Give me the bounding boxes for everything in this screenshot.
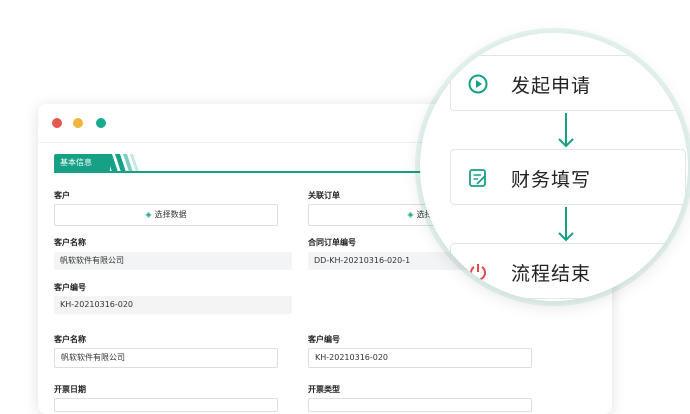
invoice-date-label: 开票日期	[54, 385, 86, 394]
tag-icon: ◈	[145, 210, 152, 219]
maximize-window-dot[interactable]	[96, 118, 106, 128]
step-label: 发起申请	[511, 75, 592, 97]
step-process-end[interactable]: 流程结束	[450, 243, 686, 299]
arrow-down-icon	[558, 207, 574, 242]
workflow-zoom-circle: 发起申请 财务填写 流程结束	[420, 33, 688, 301]
customer-code-label: 客户编号	[54, 283, 86, 292]
close-window-dot[interactable]	[52, 118, 62, 128]
contract-no-label: 合同订单编号	[308, 238, 356, 247]
play-circle-icon	[468, 74, 488, 94]
step-label: 财务填写	[511, 169, 592, 191]
step-label: 流程结束	[511, 263, 592, 285]
arrow-down-icon	[558, 113, 574, 148]
customer-select-label: 选择数据	[154, 210, 187, 219]
customer-name2-input[interactable]: 帆软软件有限公司	[54, 348, 278, 368]
step-initiate-request[interactable]: 发起申请	[450, 55, 686, 111]
customer-name-value: 帆软软件有限公司	[54, 252, 292, 270]
customer-code2-label: 客户编号	[308, 335, 340, 344]
power-icon	[470, 264, 486, 281]
section-header: 基本信息	[54, 154, 474, 173]
invoice-type-select[interactable]	[308, 398, 532, 412]
section-stripes-decoration	[106, 154, 139, 172]
section-title: 基本信息	[54, 154, 110, 172]
minimize-window-dot[interactable]	[73, 118, 83, 128]
section-underline	[54, 171, 474, 173]
customer-code-value: KH-20210316-020	[54, 296, 292, 314]
invoice-type-label: 开票类型	[308, 385, 340, 394]
step-finance-fill[interactable]: 财务填写	[450, 149, 686, 205]
customer-label: 客户	[54, 191, 70, 200]
customer-code2-input[interactable]: KH-20210316-020	[308, 348, 532, 368]
customer-name-label: 客户名称	[54, 238, 86, 247]
edit-note-icon	[469, 169, 486, 187]
customer-select-button[interactable]: ◈ 选择数据	[54, 204, 278, 226]
related-order-label: 关联订单	[308, 191, 340, 200]
invoice-date-input[interactable]	[54, 398, 278, 412]
customer-name2-label: 客户名称	[54, 335, 86, 344]
tag-icon: ◈	[407, 210, 414, 219]
